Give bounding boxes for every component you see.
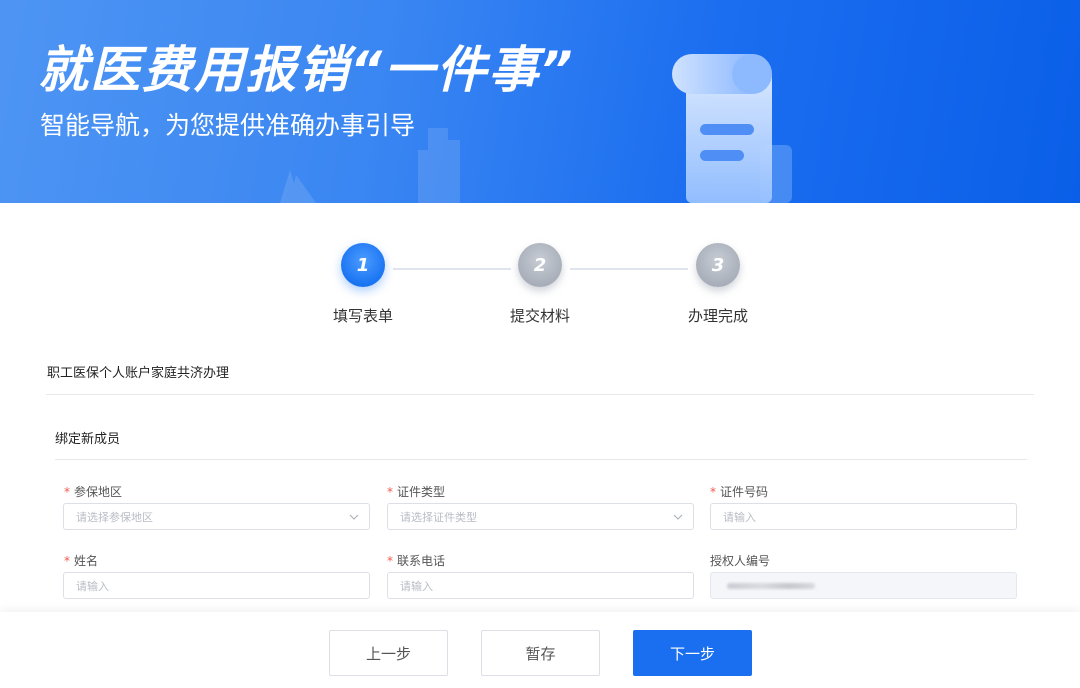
banner-title: 就医费用报销“一件事” [38,41,575,99]
phone-placeholder: 请输入 [400,579,433,593]
name-placeholder: 请输入 [76,579,109,593]
chevron-down-icon [673,514,683,520]
required-marker: * [387,485,393,499]
section-title-bind-member: 绑定新成员 [55,432,121,447]
redacted-value [727,582,815,589]
required-marker: * [64,554,70,568]
step-3-indicator: 3 [696,243,740,287]
step-3-label: 办理完成 [687,307,748,325]
step-1-label: 填写表单 [332,307,393,325]
region-label: * 参保地区 [64,485,123,499]
section-divider [55,459,1027,460]
authorizer-id-label: 授权人编号 [710,554,771,568]
step-2-label: 提交材料 [509,307,570,325]
step-1-number: 1 [356,254,370,276]
step-2-number: 2 [533,254,547,276]
id-type-placeholder: 请选择证件类型 [400,510,477,524]
banner: 就医费用报销“一件事” 智能导航，为您提供准确办事引导 [0,0,1080,203]
prev-step-button[interactable]: 上一步 [329,630,448,676]
phone-input[interactable]: 请输入 [387,572,694,599]
region-placeholder: 请选择参保地区 [76,510,153,524]
id-number-input[interactable]: 请输入 [710,503,1017,530]
next-step-button[interactable]: 下一步 [633,630,752,676]
step-connector-1-2 [393,268,511,270]
required-marker: * [710,485,716,499]
document-scroll-icon [672,54,792,203]
step-connector-2-3 [570,268,688,270]
id-type-label: * 证件类型 [387,485,446,499]
required-marker: * [64,485,70,499]
save-draft-button[interactable]: 暂存 [481,630,600,676]
id-type-select[interactable]: 请选择证件类型 [387,503,694,530]
region-select[interactable]: 请选择参保地区 [63,503,370,530]
required-marker: * [387,554,393,568]
title-divider [46,394,1034,395]
authorizer-id-field [710,572,1017,599]
name-label: * 姓名 [64,554,99,568]
form-page-title: 职工医保个人账户家庭共济办理 [47,366,230,381]
id-number-placeholder: 请输入 [723,510,756,524]
step-1-indicator: 1 [341,243,385,287]
step-2-indicator: 2 [518,243,562,287]
phone-label: * 联系电话 [387,554,446,568]
chevron-down-icon [349,514,359,520]
name-input[interactable]: 请输入 [63,572,370,599]
step-3-number: 3 [711,254,725,276]
id-number-label: * 证件号码 [710,485,769,499]
banner-subtitle: 智能导航，为您提供准确办事引导 [40,111,416,140]
